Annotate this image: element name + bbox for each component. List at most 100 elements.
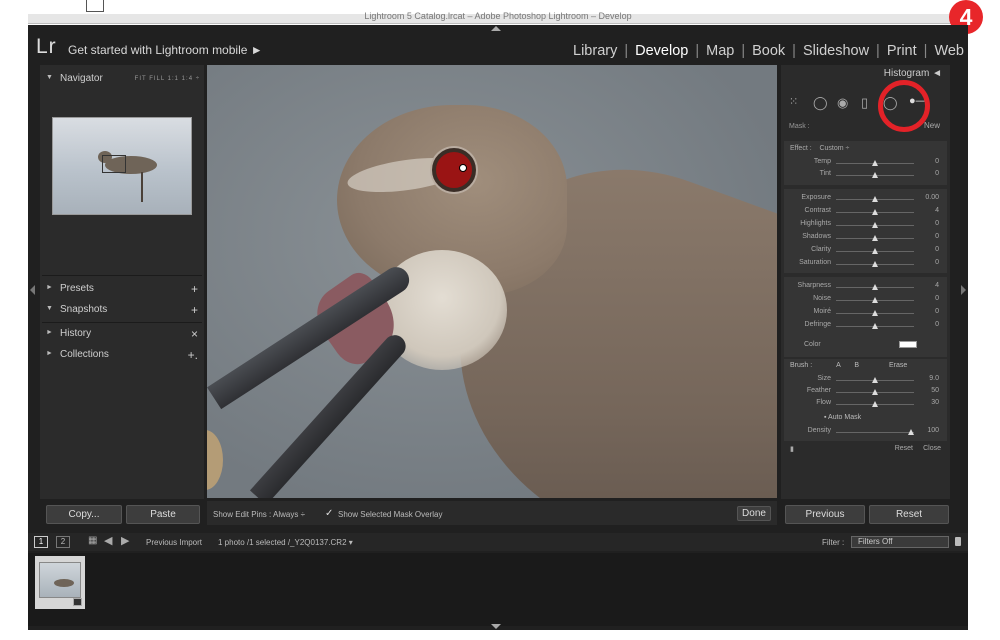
filmstrip-thumbnail[interactable] [35, 556, 85, 609]
second-screen-button[interactable]: 2 [56, 536, 70, 548]
brush-erase-button[interactable]: Erase [889, 362, 907, 369]
slider-row[interactable]: Density 100 [784, 426, 947, 438]
filter-select[interactable]: Filters Off [851, 536, 949, 548]
clear-history-icon[interactable]: × [191, 327, 198, 341]
slider-knob[interactable] [872, 261, 878, 267]
brush-b-button[interactable]: B [854, 362, 859, 369]
slider-knob[interactable] [872, 248, 878, 254]
navigator-preview[interactable] [52, 117, 192, 215]
back-arrow-icon[interactable]: ◀ [104, 534, 112, 547]
collections-header[interactable]: ► Collections +. [40, 345, 204, 365]
adjustment-pin-icon[interactable] [459, 164, 467, 172]
snapshots-header[interactable]: ▼ Snapshots + [40, 300, 204, 320]
slider-knob[interactable] [872, 401, 878, 407]
navigator-header[interactable]: ▼ Navigator FIT FILL 1:1 1:4 ÷ [40, 69, 204, 89]
presets-header[interactable]: ► Presets + [40, 279, 204, 299]
thumbnail-image [39, 562, 81, 598]
top-panel-toggle-icon[interactable] [491, 26, 501, 31]
slider-knob[interactable] [872, 284, 878, 290]
graduated-filter-icon[interactable]: ▯ [861, 95, 868, 111]
slider-row[interactable]: Temp 0 [784, 157, 947, 169]
module-web[interactable]: Web [934, 43, 964, 59]
bottom-panel-toggle-icon[interactable] [491, 624, 501, 629]
slider-row[interactable]: Shadows 0 [784, 232, 947, 244]
histogram-header[interactable]: Histogram ◄ [781, 67, 950, 83]
slider-row[interactable]: Tint 0 [784, 169, 947, 181]
filmstrip [28, 553, 968, 626]
slider-row[interactable]: Defringe 0 [784, 320, 947, 332]
module-develop[interactable]: Develop [635, 43, 688, 59]
slider-row[interactable]: Size 9.0 [784, 374, 947, 386]
history-header[interactable]: ► History × [40, 324, 204, 344]
slider-row[interactable]: Moiré 0 [784, 307, 947, 319]
slider-row[interactable]: Noise 0 [784, 294, 947, 306]
slider-knob[interactable] [872, 222, 878, 228]
slider-knob[interactable] [872, 209, 878, 215]
slider-knob[interactable] [872, 297, 878, 303]
module-book[interactable]: Book [752, 43, 785, 59]
left-panel-toggle-icon[interactable] [30, 285, 35, 295]
previous-button[interactable]: Previous [785, 505, 865, 524]
grid-view-icon[interactable]: ▦ [88, 535, 97, 546]
reset-button[interactable]: Reset [869, 505, 949, 524]
selection-info[interactable]: 1 photo /1 selected /_Y2Q0137.CR2 ▾ [218, 538, 353, 547]
slider-label: Noise [813, 295, 831, 302]
slider-knob[interactable] [872, 235, 878, 241]
slider-row[interactable]: Highlights 0 [784, 219, 947, 231]
auto-mask-row[interactable]: ▪ Auto Mask [824, 414, 861, 421]
mask-toggle-icon[interactable]: ▮ [790, 445, 794, 453]
slider-track[interactable] [836, 432, 914, 433]
mask-overlay-checkbox[interactable]: ✓ [325, 508, 333, 519]
color-swatch[interactable] [899, 341, 917, 348]
main-screen-button[interactable]: 1 [34, 536, 48, 548]
slider-knob[interactable] [872, 377, 878, 383]
reset-small-button[interactable]: Reset [895, 445, 913, 452]
copy-button[interactable]: Copy... [46, 505, 122, 524]
brush-a-button[interactable]: A [836, 362, 840, 369]
add-snapshot-icon[interactable]: + [191, 303, 198, 317]
crop-tool-icon[interactable]: ⁙ [789, 95, 798, 108]
slider-row[interactable]: Sharpness 4 [784, 281, 947, 293]
add-collection-icon[interactable]: +. [188, 348, 198, 362]
paste-button[interactable]: Paste [126, 505, 200, 524]
slider-knob[interactable] [872, 160, 878, 166]
slider-row[interactable]: Exposure 0.00 [784, 193, 947, 205]
close-small-button[interactable]: Close [923, 445, 941, 452]
module-library[interactable]: Library [573, 43, 617, 59]
slider-row[interactable]: Feather 50 [784, 386, 947, 398]
slider-knob[interactable] [872, 172, 878, 178]
brush-header: Brush : A B Erase [790, 362, 907, 369]
slider-knob[interactable] [872, 323, 878, 329]
done-button[interactable]: Done [737, 506, 771, 521]
source-label[interactable]: Previous Import [146, 538, 202, 547]
spot-removal-icon[interactable]: ◯ [813, 95, 828, 111]
slider-value: 30 [931, 399, 939, 406]
red-eye-icon[interactable]: ◉ [837, 95, 848, 111]
left-buttons: Copy... Paste [40, 503, 204, 525]
photo-canvas[interactable] [207, 65, 777, 498]
slider-row[interactable]: Contrast 4 [784, 206, 947, 218]
navigator-zoom-options[interactable]: FIT FILL 1:1 1:4 ÷ [135, 76, 200, 82]
slider-knob[interactable] [872, 196, 878, 202]
slider-knob[interactable] [872, 389, 878, 395]
slider-row[interactable]: Clarity 0 [784, 245, 947, 257]
slider-row[interactable]: Flow 30 [784, 398, 947, 410]
module-print[interactable]: Print [887, 43, 917, 59]
edit-pins-control[interactable]: Show Edit Pins : Always ÷ [213, 510, 305, 519]
slider-knob[interactable] [908, 429, 914, 435]
add-preset-icon[interactable]: + [191, 282, 198, 296]
preview-bird-legs [141, 172, 143, 202]
slider-row[interactable]: Saturation 0 [784, 258, 947, 270]
slider-knob[interactable] [872, 310, 878, 316]
mask-new-button[interactable]: New [924, 121, 940, 130]
mask-label: Mask : [789, 123, 810, 130]
filter-lock-icon[interactable] [955, 537, 961, 546]
right-panel-toggle-icon[interactable] [961, 285, 966, 295]
navigator-zoom-rect[interactable] [102, 155, 126, 173]
forward-arrow-icon[interactable]: ▶ [121, 534, 129, 547]
effect-row[interactable]: Effect : Custom ÷ [790, 145, 849, 152]
module-map[interactable]: Map [706, 43, 734, 59]
module-slideshow[interactable]: Slideshow [803, 43, 869, 59]
mobile-prompt[interactable]: Get started with Lightroom mobile ► [68, 43, 263, 57]
right-panel: Histogram ◄ ⁙ ◯ ◉ ▯ ◯ ●— Mask : New Effe… [781, 65, 950, 499]
